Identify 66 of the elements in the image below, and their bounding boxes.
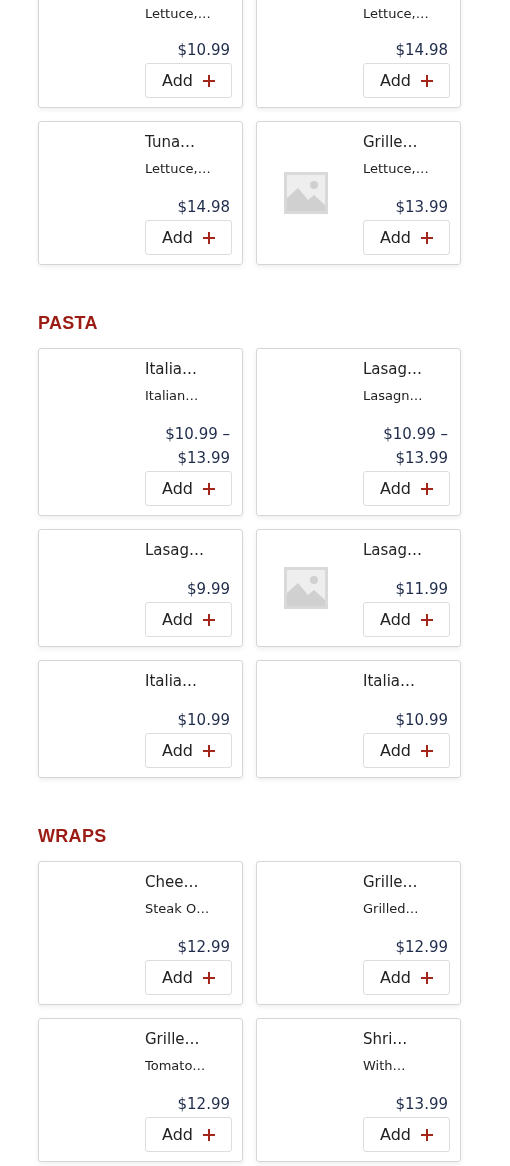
product-title[interactable]: Lasag… <box>363 539 423 561</box>
plus-icon <box>203 744 215 757</box>
product-price: $10.99 <box>394 710 448 731</box>
add-button[interactable]: Add <box>363 471 450 506</box>
add-button[interactable]: Add <box>145 602 232 637</box>
plus-icon <box>203 74 215 87</box>
product-title[interactable]: Italia… <box>363 670 416 692</box>
plus-icon <box>421 971 433 984</box>
plus-icon <box>421 744 433 757</box>
add-button[interactable]: Add <box>145 1117 232 1152</box>
product-title[interactable]: Italia… <box>145 670 198 692</box>
product-title[interactable]: Lasag… <box>363 358 423 380</box>
product-price: $14.98 <box>176 197 230 218</box>
product-price: $10.99 – $13.99 <box>164 424 230 469</box>
plus-icon <box>203 971 215 984</box>
product-description: Lettuce,… <box>363 5 429 23</box>
product-price: $13.99 <box>394 1094 448 1115</box>
add-button[interactable]: Add <box>363 220 450 255</box>
product-description: With… <box>363 1057 406 1075</box>
product-title[interactable]: Shri… <box>363 1028 408 1050</box>
plus-icon <box>203 613 215 626</box>
product-price: $12.99 <box>394 937 448 958</box>
product-description: Grilled… <box>363 900 419 918</box>
product-title[interactable]: Grille… <box>363 871 418 893</box>
plus-icon <box>421 1128 433 1141</box>
product-description: Tomato… <box>145 1057 206 1075</box>
product-description: Italian… <box>145 387 199 405</box>
product-description: Lettuce,… <box>145 160 211 178</box>
product-price: $9.99 <box>186 579 230 600</box>
product-title[interactable]: Italia… <box>145 358 198 380</box>
product-description: Lettuce,… <box>363 160 429 178</box>
plus-icon <box>421 231 433 244</box>
add-button[interactable]: Add <box>145 960 232 995</box>
plus-icon <box>203 1128 215 1141</box>
add-button[interactable]: Add <box>145 733 232 768</box>
product-price: $10.99 <box>176 40 230 61</box>
product-price: $12.99 <box>176 1094 230 1115</box>
product-price: $14.98 <box>394 40 448 61</box>
product-price: $13.99 <box>394 197 448 218</box>
plus-icon <box>203 231 215 244</box>
section-heading: PASTA <box>38 313 99 334</box>
plus-icon <box>421 482 433 495</box>
plus-icon <box>421 613 433 626</box>
section-heading: WRAPS <box>38 826 108 847</box>
plus-icon <box>421 74 433 87</box>
add-button[interactable]: Add <box>363 1117 450 1152</box>
product-title[interactable]: Chee… <box>145 871 199 893</box>
product-price: $10.99 – $13.99 <box>382 424 448 469</box>
product-title[interactable]: Tuna… <box>145 131 196 153</box>
product-title[interactable]: Lasag… <box>145 539 205 561</box>
add-button[interactable]: Add <box>363 960 450 995</box>
add-button[interactable]: Add <box>145 471 232 506</box>
product-price: $12.99 <box>176 937 230 958</box>
product-description: Lasagn… <box>363 387 423 405</box>
product-description: Steak O… <box>145 900 210 918</box>
product-title[interactable]: Grille… <box>145 1028 200 1050</box>
product-price: $11.99 <box>394 579 448 600</box>
add-button[interactable]: Add <box>363 733 450 768</box>
add-button[interactable]: Add <box>145 63 232 98</box>
plus-icon <box>203 482 215 495</box>
add-button[interactable]: Add <box>145 220 232 255</box>
product-price: $10.99 <box>176 710 230 731</box>
product-description: Lettuce,… <box>145 5 211 23</box>
product-title[interactable]: Grille… <box>363 131 418 153</box>
add-button[interactable]: Add <box>363 602 450 637</box>
add-button[interactable]: Add <box>363 63 450 98</box>
